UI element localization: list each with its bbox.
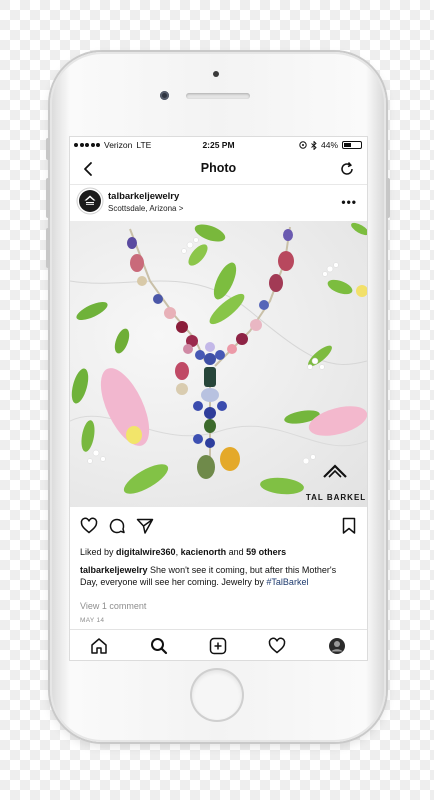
liker-link[interactable]: kacienorth — [181, 547, 227, 557]
home-button[interactable] — [192, 670, 242, 720]
heart-icon[interactable] — [80, 517, 98, 535]
volume-up-button — [46, 178, 50, 218]
likes-line: Liked by digitalwire360, kacienorth and … — [80, 547, 286, 557]
likes-and: and — [226, 547, 247, 557]
battery-percent: 44% — [320, 140, 338, 150]
profile-avatar-icon[interactable] — [328, 637, 346, 655]
caption-hashtag[interactable]: #TalBarkel — [266, 577, 308, 587]
post-location[interactable]: Scottsdale, Arizona > — [108, 204, 183, 213]
comment-icon[interactable] — [108, 517, 126, 535]
likes-prefix: Liked by — [80, 547, 117, 557]
bookmark-icon[interactable] — [340, 517, 358, 535]
post-actions — [70, 513, 367, 539]
tab-bar — [70, 629, 367, 660]
view-comments-link[interactable]: View 1 comment — [80, 601, 146, 611]
post-caption: talbarkeljewelry She won't see it coming… — [80, 564, 355, 588]
alarm-icon — [299, 141, 307, 149]
nav-bar: Photo — [70, 153, 367, 185]
earpiece-speaker — [186, 93, 250, 99]
jewelry-photo-art — [70, 222, 367, 495]
refresh-icon[interactable] — [339, 161, 355, 177]
page-title: Photo — [200, 161, 237, 175]
add-post-icon[interactable] — [209, 637, 227, 655]
brand-logo — [323, 464, 347, 478]
avatar[interactable] — [79, 190, 101, 212]
activity-heart-icon[interactable] — [268, 637, 286, 655]
mute-switch — [46, 138, 50, 160]
post-username[interactable]: talbarkeljewelry — [108, 191, 179, 202]
home-icon[interactable] — [90, 637, 108, 655]
more-horizontal-icon[interactable]: ••• — [341, 195, 357, 209]
search-icon[interactable] — [150, 637, 168, 655]
bluetooth-icon — [311, 140, 317, 150]
front-camera — [160, 91, 169, 100]
volume-down-button — [46, 228, 50, 268]
post-header: talbarkeljewelry Scottsdale, Arizona > •… — [70, 185, 367, 221]
share-icon[interactable] — [136, 517, 154, 535]
proximity-sensor — [213, 71, 219, 77]
screen: Verizon LTE 2:25 PM 44% Photo talbarkelj… — [69, 136, 368, 661]
status-right: 44% — [299, 140, 362, 150]
brand-logo-icon — [84, 195, 96, 205]
liker-link[interactable]: digitalwire360 — [116, 547, 176, 557]
status-bar: Verizon LTE 2:25 PM 44% — [70, 137, 367, 153]
post-photo[interactable] — [70, 221, 367, 507]
brand-logo-text: TAL BARKEL — [305, 493, 367, 502]
battery-icon — [342, 141, 362, 149]
post-date: MAY 14 — [80, 617, 105, 624]
caption-username[interactable]: talbarkeljewelry — [80, 565, 148, 575]
likes-count[interactable]: 59 others — [246, 547, 286, 557]
power-button — [386, 178, 390, 218]
